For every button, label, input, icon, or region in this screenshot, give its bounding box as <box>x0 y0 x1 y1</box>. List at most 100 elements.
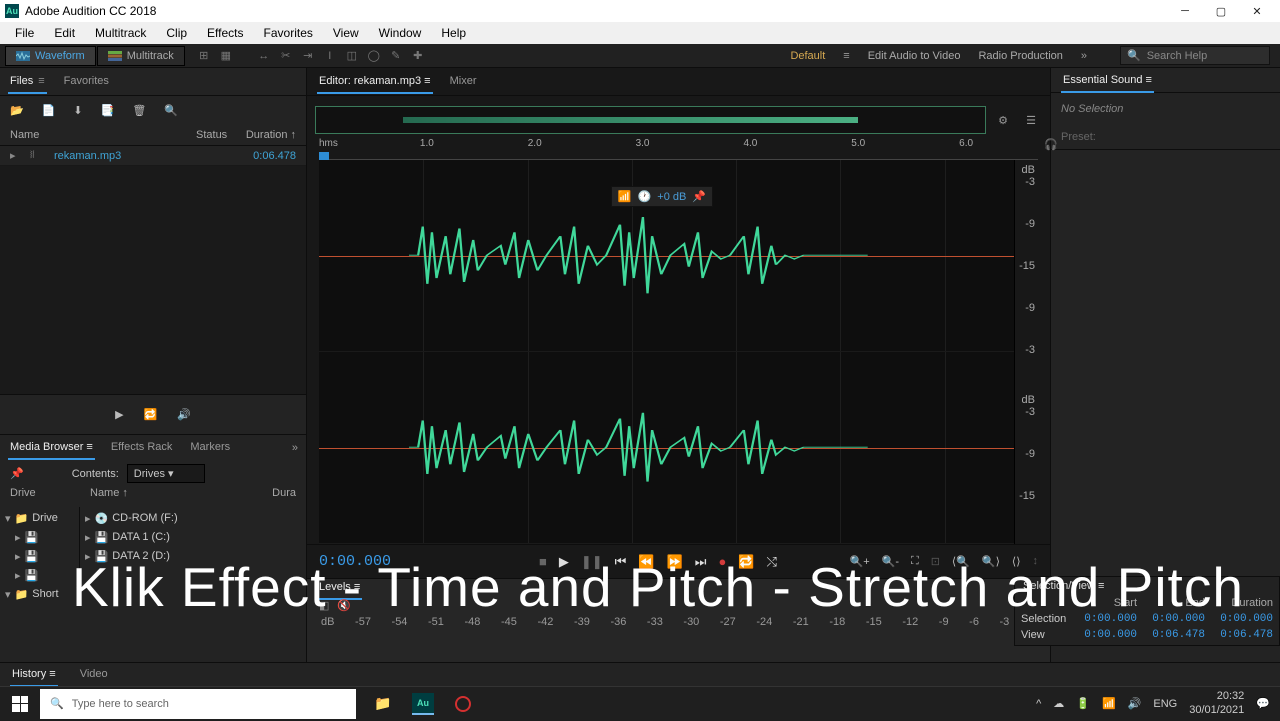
media-name-header[interactable]: Name ↑ <box>90 487 272 507</box>
media-browser-tab[interactable]: Media Browser ≡ <box>8 436 95 460</box>
brush-tool-icon[interactable]: ✎ <box>386 47 406 65</box>
tree-item-shortcuts[interactable]: ▾📁 Short <box>5 585 74 604</box>
maximize-button[interactable]: ▢ <box>1203 0 1239 22</box>
markers-tab[interactable]: Markers <box>188 436 232 460</box>
open-file-icon[interactable]: 📂 <box>10 104 24 117</box>
drive-item-c[interactable]: ▸💾 DATA 1 (C:) <box>85 528 301 547</box>
insert-icon[interactable]: ⬇ <box>73 104 82 117</box>
zoom-in-button[interactable]: 🔍+ <box>850 555 870 568</box>
tree-sub-2[interactable]: ▸💾 <box>5 547 74 566</box>
tray-notifications-icon[interactable]: 💬 <box>1256 697 1270 710</box>
tray-volume-icon[interactable]: 🔊 <box>1128 697 1142 710</box>
sel-end[interactable]: 0:00.000 <box>1143 611 1211 627</box>
media-drive-header[interactable]: Drive <box>10 487 90 507</box>
levels-tab[interactable]: Levels ≡ <box>317 576 362 600</box>
menu-edit[interactable]: Edit <box>44 23 85 43</box>
menu-file[interactable]: File <box>5 23 44 43</box>
close-file-icon[interactable]: 📑 <box>101 104 115 117</box>
slip-tool-icon[interactable]: ⇥ <box>298 47 318 65</box>
razor-tool-icon[interactable]: ✂ <box>276 47 296 65</box>
pause-button[interactable]: ❚❚ <box>581 554 603 570</box>
files-duration-header[interactable]: Duration ↑ <box>236 129 296 141</box>
sel-dur[interactable]: 0:00.000 <box>1211 611 1279 627</box>
close-button[interactable]: ✕ <box>1239 0 1275 22</box>
view-dur[interactable]: 0:06.478 <box>1211 627 1279 643</box>
marquee-tool-icon[interactable]: ◫ <box>342 47 362 65</box>
heal-tool-icon[interactable]: ✚ <box>408 47 428 65</box>
selection-view-title[interactable]: Selection/View ≡ <box>1015 577 1279 595</box>
playhead-marker[interactable] <box>319 152 329 160</box>
tray-language[interactable]: ENG <box>1153 698 1177 710</box>
menu-effects[interactable]: Effects <box>197 23 253 43</box>
minimize-button[interactable]: ─ <box>1167 0 1203 22</box>
play-button[interactable]: ▶ <box>559 554 569 570</box>
tray-clock[interactable]: 20:32 30/01/2021 <box>1189 690 1244 716</box>
workspace-edit-av[interactable]: Edit Audio to Video <box>868 50 961 62</box>
workspace-radio[interactable]: Radio Production <box>978 50 1062 62</box>
files-status-header[interactable]: Status <box>196 129 236 141</box>
workspace-default[interactable]: Default <box>790 50 825 62</box>
mixer-tab[interactable]: Mixer <box>448 70 479 94</box>
tray-battery-icon[interactable]: 🔋 <box>1076 697 1090 710</box>
hud-gain-value[interactable]: +0 dB <box>657 191 686 203</box>
history-tab[interactable]: History ≡ <box>10 663 58 687</box>
files-tab[interactable]: Files≡ <box>8 70 47 94</box>
view-end[interactable]: 0:06.478 <box>1143 627 1211 643</box>
gain-hud[interactable]: 📶 🕐 +0 dB 📌 <box>611 186 713 207</box>
taskbar-search-input[interactable]: 🔍 Type here to search <box>40 689 356 719</box>
zoom-both-button[interactable]: ⟨⟩ <box>1012 555 1021 568</box>
menu-window[interactable]: Window <box>369 23 432 43</box>
rewind-button[interactable]: ⏪ <box>638 554 654 570</box>
menu-multitrack[interactable]: Multitrack <box>85 23 156 43</box>
record-button[interactable]: ● <box>718 554 726 569</box>
search-file-icon[interactable]: 🔍 <box>164 104 178 117</box>
recording-task-icon[interactable] <box>446 690 480 718</box>
move-tool-icon[interactable]: ↔ <box>254 47 274 65</box>
goto-start-button[interactable]: ⏮ <box>615 554 627 570</box>
current-time-display[interactable]: 0:00.000 <box>319 553 399 570</box>
zoom-full-button[interactable]: ⛶ <box>911 555 919 568</box>
expand-icon[interactable]: ▸ <box>10 149 30 162</box>
workspace-menu-icon[interactable]: ≡ <box>843 50 849 62</box>
tree-item-drives[interactable]: ▾📁 Drive <box>5 509 74 528</box>
favorites-tab[interactable]: Favorites <box>62 70 111 94</box>
effects-rack-tab[interactable]: Effects Rack <box>109 436 175 460</box>
tree-sub-3[interactable]: ▸💾 <box>5 566 74 585</box>
menu-clip[interactable]: Clip <box>156 23 197 43</box>
media-shortcut-icon[interactable]: 📌 <box>10 467 24 480</box>
view-start[interactable]: 0:00.000 <box>1075 627 1143 643</box>
headphones-icon[interactable]: 🎧 <box>1044 138 1058 151</box>
forward-button[interactable]: ⏩ <box>667 554 683 570</box>
zoom-vertical-button[interactable]: ↕ <box>1033 555 1039 568</box>
hud-toggle-icon[interactable]: ⊞ <box>194 47 214 65</box>
overview-layout-icon[interactable]: ☰ <box>1020 109 1042 131</box>
zoom-selection-button[interactable]: ⊡ <box>931 555 940 568</box>
menu-favorites[interactable]: Favorites <box>254 23 323 43</box>
hud-pin-icon[interactable]: 📌 <box>692 190 706 203</box>
waveform-mode-button[interactable]: Waveform <box>5 46 96 66</box>
lasso-tool-icon[interactable]: ◯ <box>364 47 384 65</box>
waveform-display[interactable]: L 📶 🕐 +0 dB 📌 R <box>319 160 1014 544</box>
time-ruler[interactable]: hms 1.0 2.0 3.0 4.0 5.0 6.0 🎧 <box>319 138 1038 160</box>
sel-start[interactable]: 0:00.000 <box>1075 611 1143 627</box>
menu-help[interactable]: Help <box>431 23 476 43</box>
tray-network-icon[interactable]: 📶 <box>1102 697 1116 710</box>
overview-settings-icon[interactable]: ⚙ <box>992 109 1014 131</box>
multitrack-mode-button[interactable]: Multitrack <box>97 46 185 66</box>
contents-dropdown[interactable]: Drives ▾ <box>127 464 205 483</box>
goto-end-button[interactable]: ⏭ <box>695 554 707 570</box>
levels-mute-icon[interactable]: 🔇 <box>337 599 351 612</box>
zoom-in-left-button[interactable]: ⟨🔍 <box>952 555 970 568</box>
start-button[interactable] <box>0 687 40 721</box>
editor-tab[interactable]: Editor: rekaman.mp3 ≡ <box>317 70 433 94</box>
media-dur-header[interactable]: Dura <box>272 487 296 507</box>
zoom-out-button[interactable]: 🔍- <box>882 555 899 568</box>
overview-waveform[interactable] <box>315 106 986 134</box>
levels-input-icon[interactable]: ◧ <box>319 599 329 612</box>
stop-button[interactable]: ■ <box>539 554 547 569</box>
zoom-in-right-button[interactable]: 🔍⟩ <box>982 555 1000 568</box>
new-file-icon[interactable]: 📄 <box>42 104 56 117</box>
tree-sub-1[interactable]: ▸💾 <box>5 528 74 547</box>
audition-task-icon[interactable]: Au <box>406 690 440 718</box>
loop-button[interactable]: 🔁 <box>738 554 754 570</box>
